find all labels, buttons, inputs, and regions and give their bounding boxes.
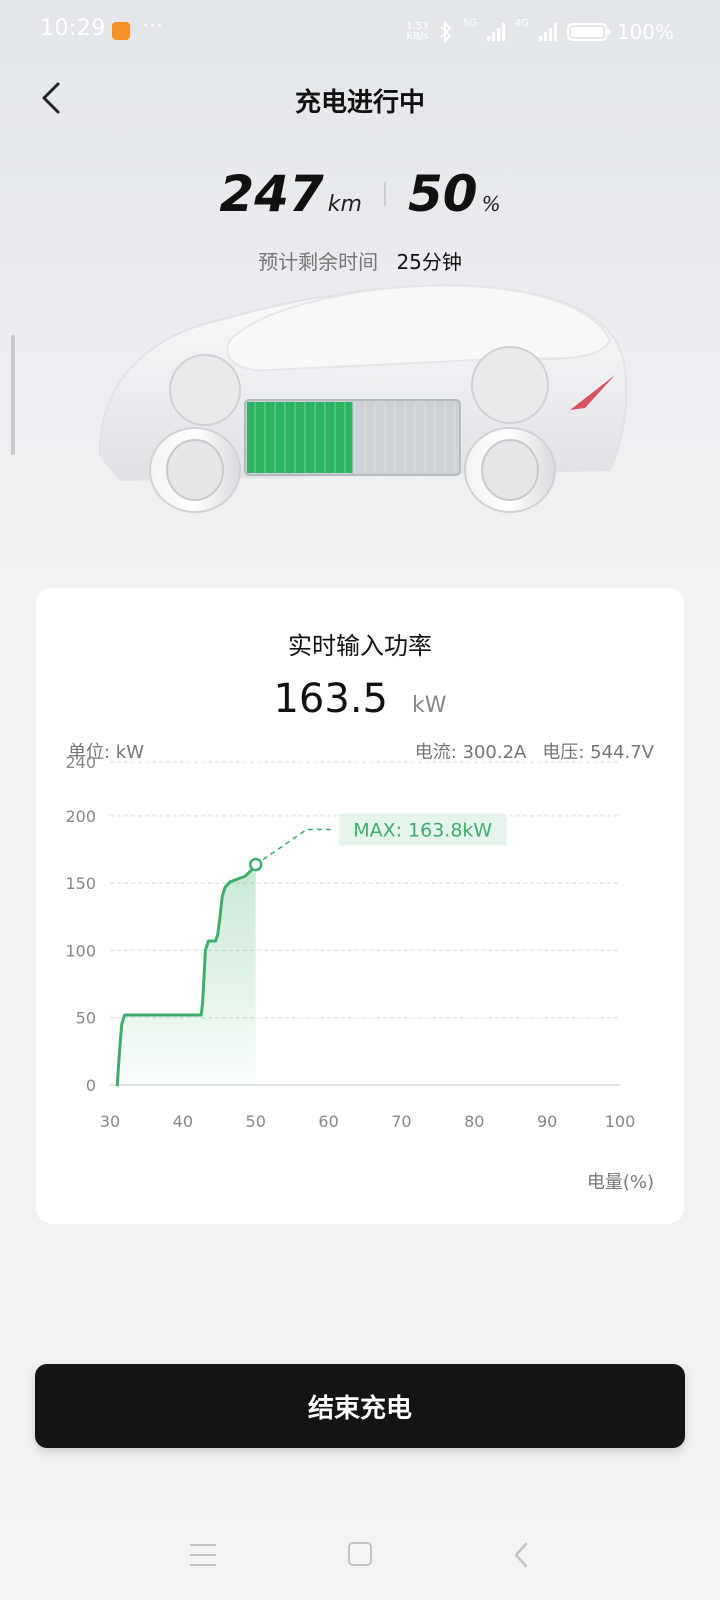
soc-value: 50 [407,165,478,223]
signal-5g-icon [486,23,505,41]
end-charging-button[interactable]: 结束充电 [35,1364,685,1448]
navigation-bar [0,1514,720,1600]
battery-percent: 100% [616,20,674,44]
car-illustration [98,284,628,513]
range-value: 247 [219,165,324,223]
status-indicators: 1.53 KB/s 5G 4G 100% [406,18,674,46]
eta-row: 预计剩余时间 25分钟 [0,246,720,275]
current-point [248,857,263,872]
nav-menu-icon[interactable] [190,1544,216,1566]
x-tick-label: 70 [391,1112,411,1131]
x-tick-label: 90 [537,1112,557,1131]
y-tick-label: 0 [86,1076,96,1095]
series-area [117,864,256,1085]
side-handle [11,335,15,455]
y-tick-label: 150 [65,874,96,893]
y-tick-label: 240 [65,753,96,772]
y-tick-label: 100 [65,941,96,960]
eta-label: 预计剩余时间 [258,250,379,274]
x-tick-label: 40 [173,1112,193,1131]
network-5g-label: 5G [462,18,477,29]
x-axis-label: 电量(%) [586,1172,654,1193]
network-4g-label: 4G [514,18,529,29]
x-tick-label: 60 [318,1112,338,1131]
x-tick-label: 30 [100,1112,120,1131]
x-tick-label: 80 [464,1112,484,1131]
battery-pack [244,399,461,476]
bluetooth-icon [439,21,451,43]
power-card: 实时输入功率 163.5 kW 单位: kW 电流: 300.2A 电压: 544… [36,588,684,1224]
more-notifications-icon: ··· [142,14,163,39]
page-title: 充电进行中 [294,88,425,118]
rear-wheel [464,427,556,513]
nav-back-icon[interactable] [508,1540,536,1570]
signal-4g-icon [538,23,557,41]
range-unit: km [327,192,362,217]
y-tick-label: 200 [65,807,96,826]
x-tick-label: 50 [246,1112,266,1131]
x-tick-label: 100 [605,1112,636,1131]
net-speed: 1.53 KB/s [406,21,429,42]
power-chart: 0 50 100 150 200 240 30 40 50 60 70 80 90 100 MAX: 163… [65,753,636,1131]
front-wheel [149,427,241,513]
divider [383,182,386,206]
nav-home-icon[interactable] [348,1542,372,1566]
soc-unit: % [481,192,501,216]
y-tick-label: 50 [76,1009,96,1028]
range-soc-summary: 247 km 50 % [0,165,720,223]
eta-value: 25分钟 [396,250,462,274]
status-time: 10:29 [40,16,106,41]
status-bar: 10:29 ··· 1.53 KB/s 5G 4G 100% [0,0,720,64]
front-motor [169,354,241,426]
annotation-leader [255,828,331,866]
annotation-label: MAX: 163.8kW [353,820,492,842]
app-notification-icon [112,22,130,40]
battery-icon [566,23,610,41]
rear-motor [471,346,549,424]
